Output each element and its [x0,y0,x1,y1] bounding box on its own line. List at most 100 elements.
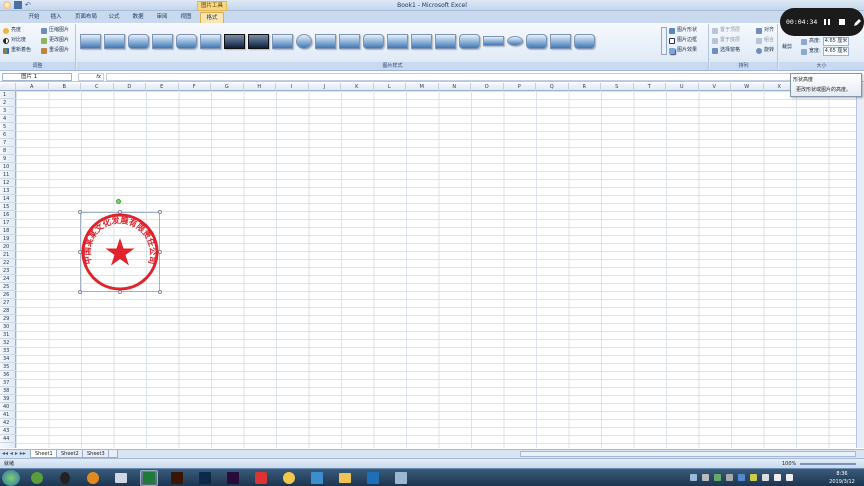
style-thumb[interactable] [459,33,480,49]
explorer-icon[interactable] [112,470,130,486]
illustrator-icon[interactable] [168,470,186,486]
app-icon[interactable] [364,470,382,486]
row-header[interactable]: 14 [0,195,16,203]
row-header[interactable]: 13 [0,187,16,195]
style-thumb[interactable] [152,33,173,49]
qq-icon[interactable] [56,470,74,486]
folder-icon[interactable] [336,470,354,486]
tab-formulas[interactable]: 公式 [104,12,124,23]
column-header[interactable]: E [146,83,179,91]
select-all-corner[interactable] [0,83,16,91]
sheet-tab-sheet1[interactable]: Sheet1 [30,450,58,458]
pause-icon[interactable] [822,17,832,27]
column-header[interactable]: G [211,83,244,91]
row-header[interactable]: 32 [0,339,16,347]
rotation-handle[interactable] [116,199,121,204]
group-button[interactable]: 组合 [756,37,774,44]
row-header[interactable]: 24 [0,275,16,283]
send-to-back-button[interactable]: 置于底层 [712,37,740,44]
tab-page-layout[interactable]: 页面布局 [70,12,102,23]
compress-pictures-button[interactable]: 压缩图片 [41,27,69,34]
sheet-tab-sheet3[interactable]: Sheet3 [82,450,110,458]
gallery-scroll[interactable] [661,27,667,55]
column-header[interactable]: R [569,83,601,91]
tab-format[interactable]: 格式 [200,12,224,23]
row-header[interactable]: 12 [0,179,16,187]
style-thumb[interactable] [363,33,384,49]
row-header[interactable]: 43 [0,427,16,435]
stop-icon[interactable] [837,17,847,27]
row-header[interactable]: 23 [0,267,16,275]
row-header[interactable]: 27 [0,299,16,307]
style-thumb[interactable] [272,33,293,49]
fx-button[interactable]: fx [78,73,104,81]
column-header[interactable]: S [601,83,634,91]
name-box[interactable]: 图片 1 [2,73,72,81]
column-header[interactable]: V [699,83,731,91]
column-header[interactable]: U [666,83,699,91]
row-header[interactable]: 22 [0,259,16,267]
row-header[interactable]: 33 [0,347,16,355]
excel-icon[interactable] [140,470,158,486]
premiere-icon[interactable] [224,470,242,486]
column-header[interactable]: D [114,83,146,91]
row-header[interactable]: 42 [0,419,16,427]
style-thumb[interactable] [200,33,221,49]
tab-view[interactable]: 视图 [176,12,196,23]
tray-icon[interactable] [690,474,697,481]
taskbar-clock[interactable]: 8:36 2019/3/12 [820,470,864,486]
row-header[interactable]: 19 [0,235,16,243]
row-header[interactable]: 35 [0,363,16,371]
width-field[interactable]: 宽度: 4.65 厘米 [801,47,850,56]
row-header[interactable]: 11 [0,171,16,179]
row-header[interactable]: 31 [0,331,16,339]
recolor-button[interactable]: 重新着色 [3,47,31,54]
app-icon[interactable] [308,470,326,486]
network-icon[interactable] [774,474,781,481]
row-header[interactable]: 1 [0,91,16,99]
style-thumb[interactable] [176,33,197,49]
column-header[interactable]: H [244,83,276,91]
crop-button[interactable]: 裁剪 [782,44,792,51]
tray-icon[interactable] [738,474,745,481]
row-header[interactable]: 2 [0,99,16,107]
row-header[interactable]: 18 [0,227,16,235]
style-thumb[interactable] [80,33,101,49]
horizontal-scrollbar[interactable] [520,451,856,457]
pen-icon[interactable] [852,17,862,27]
picture-effects-button[interactable]: 图片效果 [669,47,697,54]
style-thumb[interactable] [315,33,336,49]
column-header[interactable]: F [179,83,211,91]
style-thumb[interactable] [526,33,547,49]
row-header[interactable]: 29 [0,315,16,323]
row-header[interactable]: 25 [0,283,16,291]
tray-icon[interactable] [702,474,709,481]
style-thumb[interactable] [128,33,149,49]
formula-input[interactable] [106,73,852,81]
style-thumb[interactable] [248,33,269,49]
tab-home[interactable]: 开始 [24,12,44,23]
contrast-button[interactable]: 对比度 [3,37,26,44]
tray-icon[interactable] [714,474,721,481]
tray-icon[interactable] [726,474,733,481]
column-header[interactable]: B [49,83,81,91]
picture-shape-button[interactable]: 图片形状 [669,27,697,34]
column-header[interactable]: L [374,83,406,91]
column-header[interactable]: C [81,83,114,91]
zoom-slider[interactable] [800,463,856,465]
row-header[interactable]: 39 [0,395,16,403]
row-header[interactable]: 36 [0,371,16,379]
row-header[interactable]: 40 [0,403,16,411]
column-header[interactable]: W [731,83,764,91]
vertical-scrollbar[interactable] [856,83,864,448]
column-header[interactable]: I [276,83,309,91]
row-header[interactable]: 44 [0,435,16,443]
photoshop-icon[interactable] [196,470,214,486]
volume-icon[interactable] [786,474,793,481]
app-icon[interactable] [84,470,102,486]
tab-review[interactable]: 审阅 [152,12,172,23]
row-header[interactable]: 10 [0,163,16,171]
sheet-nav-arrows-icon[interactable]: ◂◂ ◂ ▸ ▸▸ [2,450,26,457]
column-header[interactable]: A [16,83,49,91]
column-header[interactable]: K [341,83,374,91]
